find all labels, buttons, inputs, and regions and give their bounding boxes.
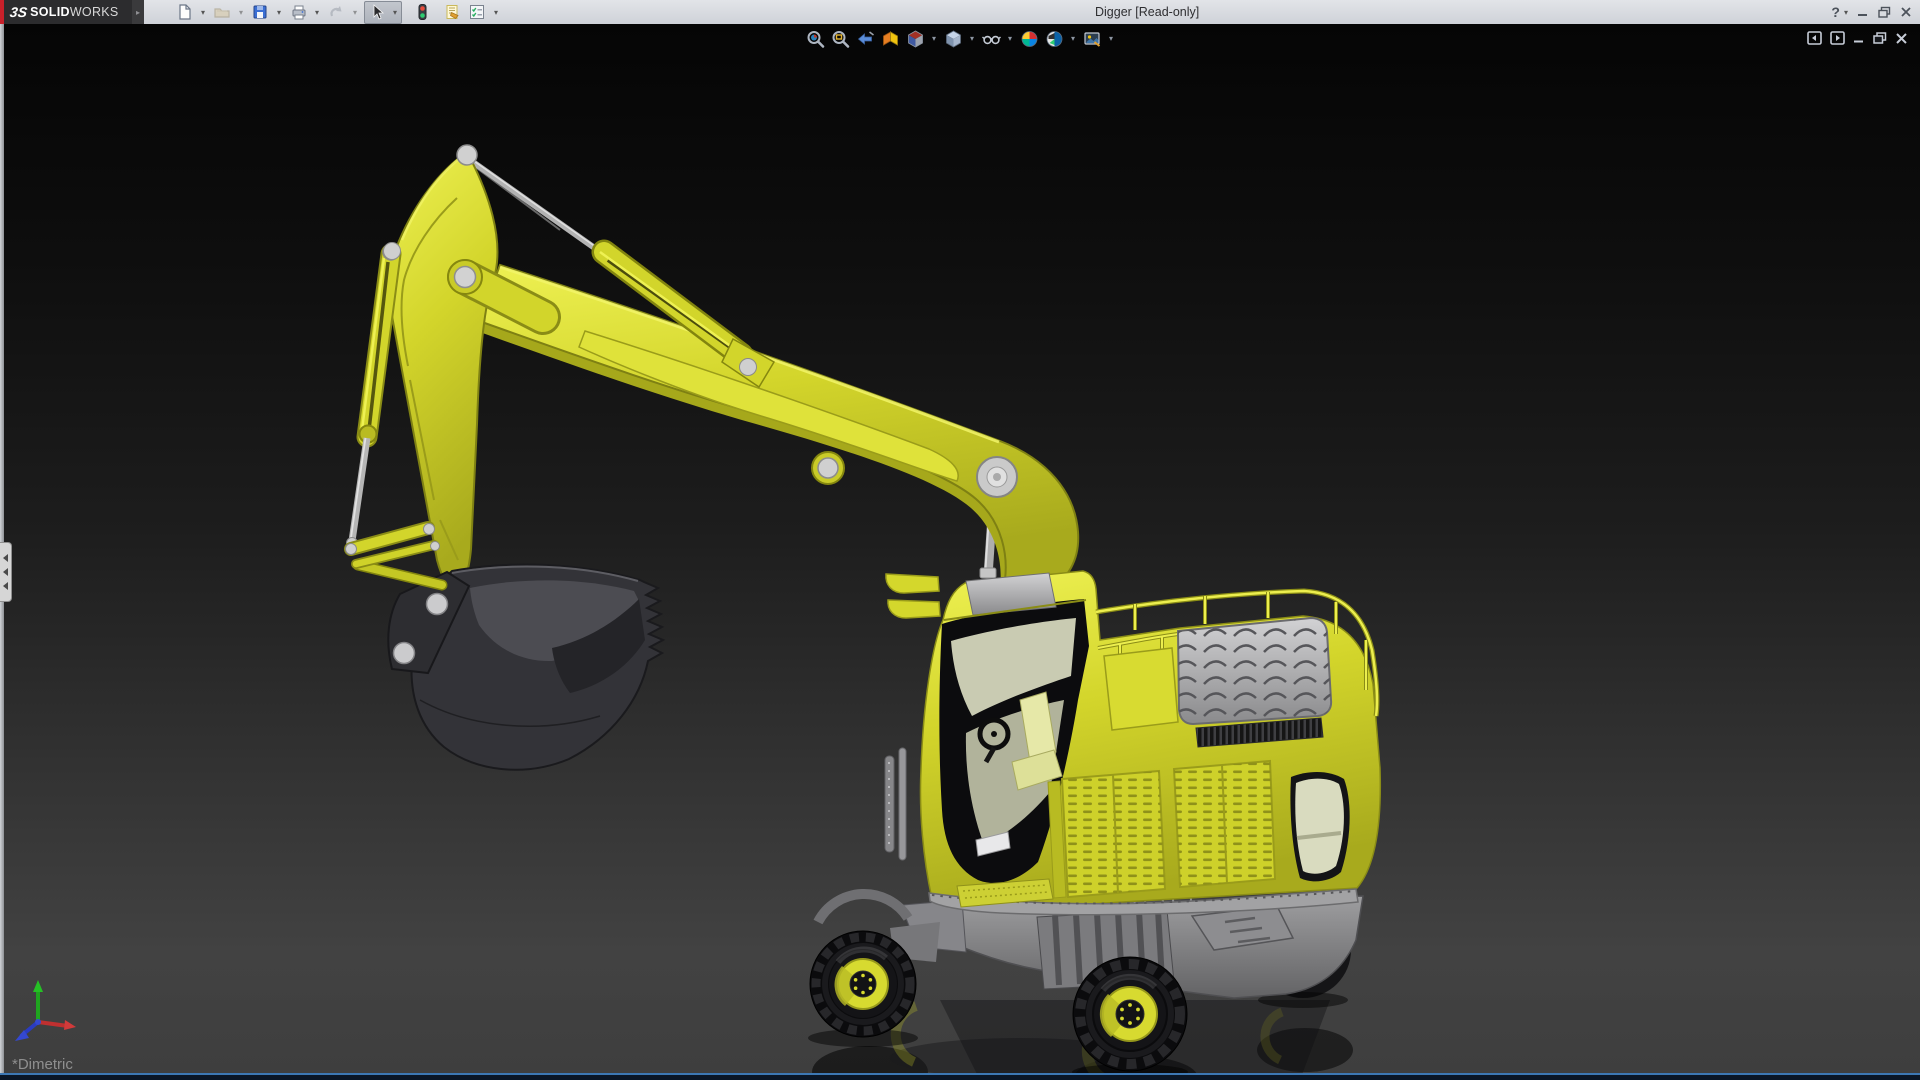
- options-checklist-icon: [468, 3, 486, 21]
- print-dropdown[interactable]: ▾: [311, 2, 323, 23]
- taskbar-edge: [0, 1073, 1920, 1080]
- open-dropdown[interactable]: ▾: [235, 2, 247, 23]
- new-document-icon: [175, 3, 193, 21]
- main-toolbar: ▾ ▾ ▾ ▾ ▾ ▾: [172, 1, 502, 24]
- restore-icon: [1878, 6, 1891, 18]
- document-title: Digger [Read-only]: [1095, 0, 1199, 24]
- front-wheel: [810, 931, 916, 1037]
- undo-button[interactable]: [324, 2, 348, 23]
- minimize-button[interactable]: [1857, 0, 1869, 24]
- select-tool-pressed: ▾: [364, 1, 402, 24]
- print-icon: [289, 3, 307, 21]
- brand-light: WORKS: [70, 5, 119, 19]
- view-orientation-label: *Dimetric: [12, 1056, 73, 1073]
- boom-assembly: [347, 145, 1079, 600]
- bucket-assembly: [346, 524, 664, 770]
- select-dropdown[interactable]: ▾: [389, 2, 401, 23]
- graphics-viewport[interactable]: ▾ ▾ ▾ ▾ ▾: [0, 24, 1920, 1080]
- menu-flyout-arrow[interactable]: ▸: [132, 0, 144, 24]
- help-button[interactable]: ?: [1831, 0, 1840, 24]
- brand-name: SOLIDWORKS: [30, 5, 118, 19]
- open-button[interactable]: [210, 2, 234, 23]
- window-controls: ? ▾: [1831, 0, 1912, 24]
- cursor-arrow-icon: [368, 3, 386, 21]
- traffic-light-icon: [413, 3, 431, 21]
- save-floppy-icon: [251, 3, 269, 21]
- digger-3d-model[interactable]: [0, 24, 1920, 1080]
- options-button[interactable]: [465, 2, 489, 23]
- title-bar[interactable]: 3S SOLIDWORKS ▸ ▾ ▾ ▾ ▾ ▾ ▾: [0, 0, 1920, 25]
- ds-logo-icon: 3S: [9, 4, 28, 20]
- solidworks-logo: 3S SOLIDWORKS: [0, 0, 132, 24]
- new-document-dropdown[interactable]: ▾: [197, 2, 209, 23]
- save-button[interactable]: [248, 2, 272, 23]
- brand-bold: SOLID: [30, 5, 70, 19]
- rear-wheel: [1073, 957, 1187, 1071]
- orientation-triad: [8, 978, 92, 1054]
- x-axis-arrow: [64, 1020, 76, 1030]
- save-dropdown[interactable]: ▾: [273, 2, 285, 23]
- new-document-button[interactable]: [172, 2, 196, 23]
- undo-dropdown[interactable]: ▾: [349, 2, 361, 23]
- close-icon: [1900, 6, 1912, 18]
- undo-arrow-icon: [327, 3, 345, 21]
- minimize-icon: [1857, 6, 1869, 18]
- help-dropdown[interactable]: ▾: [1844, 8, 1848, 17]
- restore-button[interactable]: [1878, 0, 1891, 24]
- options-dropdown[interactable]: ▾: [490, 2, 502, 23]
- rebuild-button[interactable]: [410, 2, 434, 23]
- close-button[interactable]: [1900, 0, 1912, 24]
- file-properties-button[interactable]: [440, 2, 464, 23]
- y-axis-arrow: [33, 980, 43, 992]
- machine-body: [885, 571, 1380, 915]
- select-button[interactable]: [365, 2, 389, 23]
- open-folder-icon: [213, 3, 231, 21]
- print-button[interactable]: [286, 2, 310, 23]
- file-properties-icon: [443, 3, 461, 21]
- logo-red-accent: [0, 0, 4, 24]
